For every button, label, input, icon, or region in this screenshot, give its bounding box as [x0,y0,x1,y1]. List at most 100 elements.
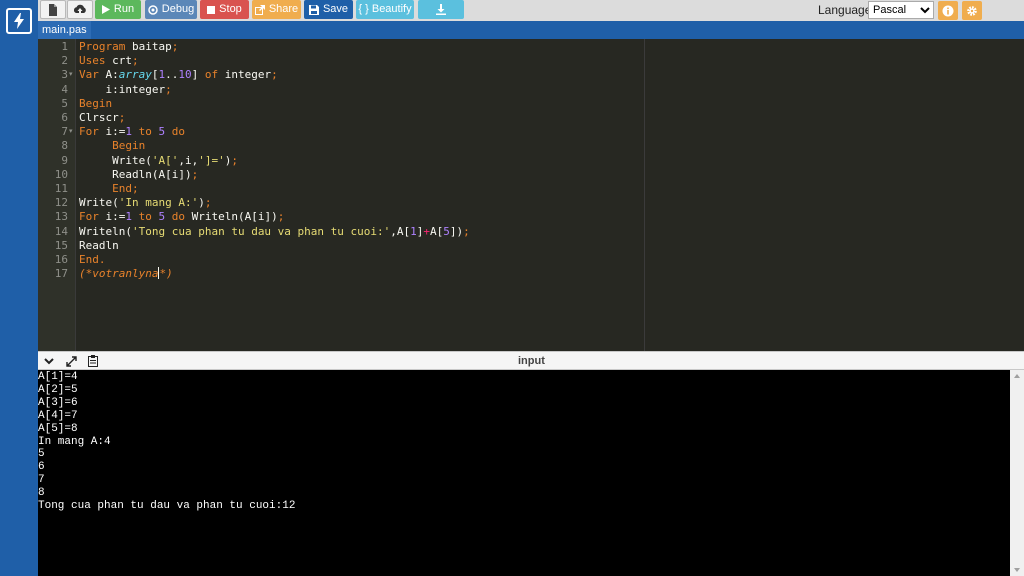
code-token: to [138,125,152,139]
code-line[interactable]: Write('In mang A:'); [79,196,211,210]
code-line[interactable]: Begin [79,97,112,111]
code-token: [ [151,68,159,82]
share-button[interactable]: Share [252,0,301,19]
language-select[interactable]: Pascal [868,1,934,19]
new-file-button[interactable] [40,0,66,19]
scroll-down-icon[interactable] [1013,566,1021,574]
beautify-button[interactable]: { } Beautify [356,0,414,19]
upload-button[interactable] [67,0,93,19]
panel-divider[interactable]: input [38,351,1024,370]
console-scrollbar[interactable] [1010,370,1024,576]
console-line: A[2]=5 [38,383,78,396]
code-token: do [171,125,185,139]
code-line[interactable]: For i:=1 to 5 do Writeln(A[i]); [79,210,284,224]
input-panel-title: input [518,355,545,367]
code-token: ] [191,68,205,82]
run-button[interactable]: Run [95,0,141,19]
expand-icon[interactable] [64,355,78,367]
line-number: 11 [54,182,68,195]
code-token: ; [171,40,179,53]
code-line[interactable]: Clrscr; [79,111,125,125]
code-token: ]) [449,224,464,238]
toolbar: Run Debug Stop Share Save { } Beautify L… [38,0,1024,21]
console-line: A[3]=6 [38,396,78,409]
code-token: ; [231,153,238,167]
code-line[interactable]: End. [79,253,106,267]
line-number: 13 [54,210,68,224]
code-line[interactable]: Readln [79,239,119,253]
code-token: baitap [125,40,172,53]
code-token: crt [105,54,132,68]
code-line[interactable]: Uses crt; [79,54,139,68]
console-line: A[4]=7 [38,409,78,422]
code-token: ; [118,111,126,124]
share-icon [254,4,265,15]
line-number: 9 [61,153,68,167]
code-token: .. [165,68,179,82]
chevron-down-icon[interactable] [42,355,56,367]
fold-arrow-icon[interactable]: ▾ [69,68,73,82]
code-token: array [118,68,152,82]
code-line[interactable]: For i:=1 to 5 do [79,125,185,139]
gear-icon [967,5,977,16]
line-number: 2 [61,54,68,68]
code-line[interactable]: Writeln('Tong cua phan tu dau va phan tu… [79,225,470,239]
code-line[interactable]: Program baitap; [79,40,178,54]
code-line[interactable]: Readln(A[i]); [79,168,198,182]
code-line[interactable]: (*votranlyna*) [79,267,173,281]
code-token: ) [198,196,205,210]
debug-label: Debug [161,3,195,15]
line-number: 3 [61,68,68,82]
console-line: 7 [38,474,45,487]
debug-button[interactable]: Debug [145,0,197,19]
code-line[interactable]: End; [79,182,139,196]
fold-arrow-icon[interactable]: ▾ [69,125,73,139]
code-token: 10 [178,68,192,82]
code-token: Readln [79,238,119,252]
code-token: i:= [98,125,126,139]
save-button[interactable]: Save [304,0,353,19]
console-line: 5 [38,448,45,461]
code-token: For [79,210,99,224]
code-token: End. [79,253,106,266]
code-token: 'In mang A:' [118,196,199,210]
code-token: 'Tong cua phan tu dau va phan tu cuoi:' [131,224,391,238]
code-line[interactable]: Write('A[',i,']='); [79,154,238,168]
line-number: 5 [61,96,68,110]
console-line: 8 [38,487,45,500]
code-token: Begin [79,96,113,110]
code-line[interactable]: Var A:array[1..10] of integer; [79,68,278,82]
code-area[interactable]: Program baitap; Uses crt; Var A:array[1..1… [76,39,1024,351]
clipboard-icon[interactable] [86,355,100,367]
code-token: Readln(A[i]) [79,167,192,181]
settings-button[interactable] [962,1,982,20]
code-token: Uses [79,54,106,68]
code-token: (*votranlyna [79,267,159,281]
scroll-up-icon[interactable] [1013,372,1021,380]
code-token: Writeln( [79,224,132,238]
tab-main-pas[interactable]: main.pas [38,21,91,39]
code-token: ; [191,167,199,181]
upload-icon [73,4,86,14]
beautify-label: { } Beautify [358,3,412,15]
info-button[interactable] [938,1,958,20]
code-line[interactable]: Begin [79,139,145,153]
code-token: ; [165,82,172,96]
code-token: integer [218,68,272,82]
code-line[interactable]: i:integer; [79,82,172,97]
download-button[interactable] [418,0,464,19]
console-line: In mang A:4 [38,435,111,448]
console-line: A[5]=8 [38,422,78,435]
stop-button[interactable]: Stop [200,0,249,19]
code-token: of [204,68,219,82]
code-token: A: [98,68,119,82]
code-editor[interactable]: 1 2 3 ▾ 4 5 6 7 ▾ 8 9 10 11 12 13 14 15 16 17 Program bait… [38,39,1024,351]
console-output[interactable]: A[1]=4 A[2]=5 A[3]=6 A[4]=7 A[5]=8 In mang A:… [38,370,1024,576]
code-token: 1 [125,125,132,139]
lightning-bolt-icon[interactable] [6,8,32,34]
console-line: A[1]=4 [38,371,78,383]
